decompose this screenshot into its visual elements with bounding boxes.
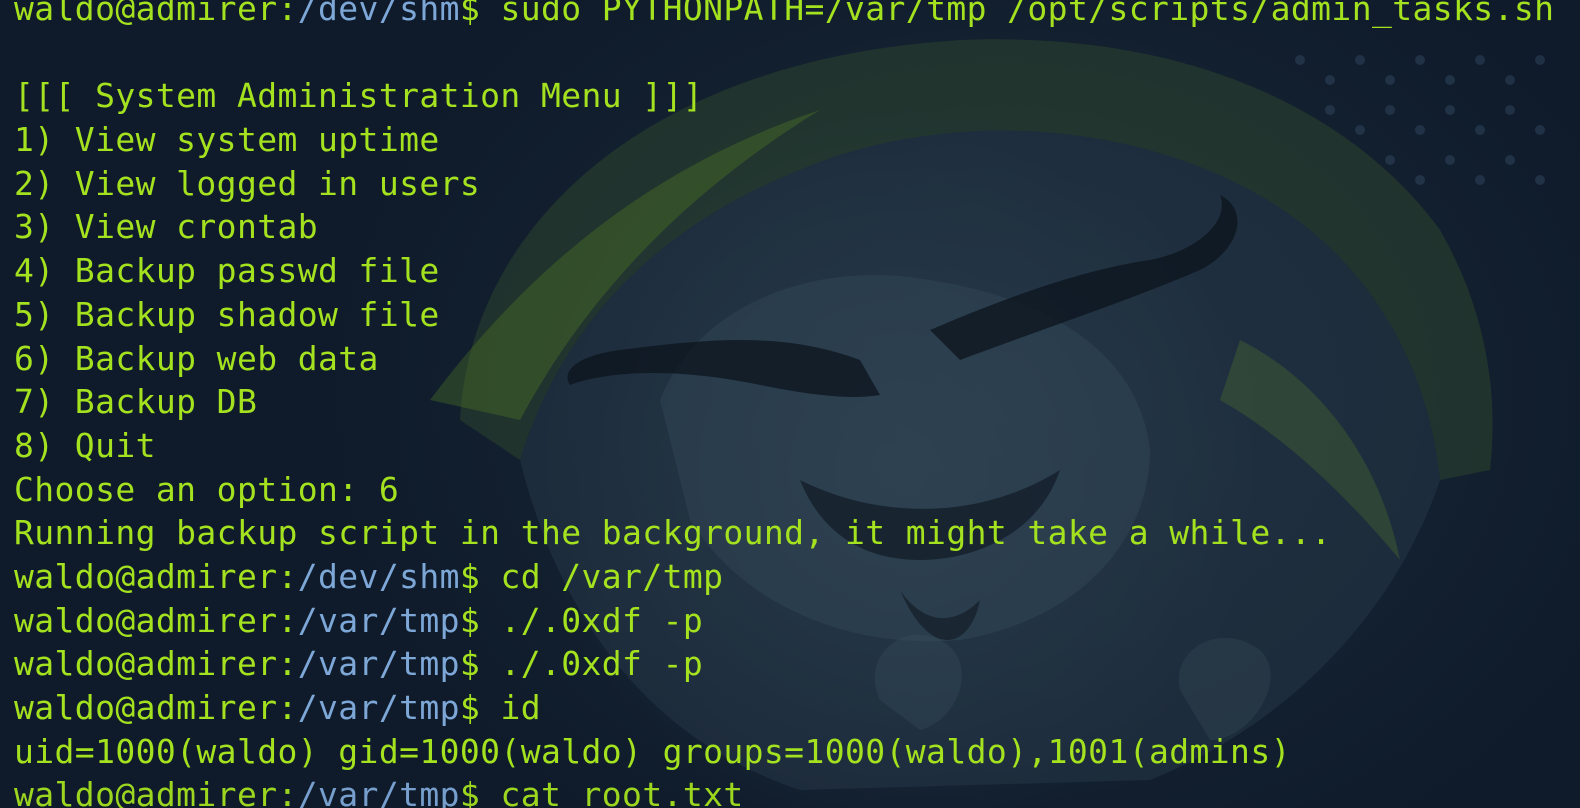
prompt-symbol: $ <box>459 556 481 596</box>
prompt-user: waldo@admirer: <box>14 775 298 808</box>
command-text: cat root.txt <box>480 775 744 808</box>
prompt-user: waldo@admirer: <box>14 556 298 596</box>
prompt-user: waldo@admirer: <box>14 688 298 727</box>
prompt-user: waldo@admirer: <box>14 644 298 684</box>
prompt-path: /var/tmp <box>297 644 460 684</box>
menu-option-5: 5) Backup shadow file <box>14 294 440 334</box>
prompt-user: waldo@admirer: <box>14 600 298 640</box>
menu-option-1: 1) View system uptime <box>14 120 440 160</box>
command-text: ./.0xdf -p <box>480 600 704 640</box>
menu-option-3: 3) View crontab <box>14 207 319 247</box>
menu-option-4: 4) Backup passwd file <box>14 251 440 291</box>
option-prompt: Choose an option: 6 <box>14 469 400 509</box>
prompt-path: /var/tmp <box>297 775 460 808</box>
output-line: uid=1000(waldo) gid=1000(waldo) groups=1… <box>14 731 1291 771</box>
command-text: cd /var/tmp <box>480 556 724 596</box>
command-text: sudo PYTHONPATH=/var/tmp /opt/scripts/ad… <box>480 0 1555 28</box>
command-text: id <box>480 688 541 727</box>
command-text: ./.0xdf -p <box>480 644 704 684</box>
menu-option-8: 8) Quit <box>14 425 156 465</box>
prompt-symbol: $ <box>459 688 481 727</box>
output-line: Running backup script in the background,… <box>14 513 1332 553</box>
prompt-symbol: $ <box>459 775 481 808</box>
prompt-path: /dev/shm <box>297 0 460 28</box>
menu-option-2: 2) View logged in users <box>14 163 481 203</box>
prompt-line: waldo@admirer:/dev/shm$ sudo PYTHONPATH=… <box>14 0 1554 31</box>
menu-option-7: 7) Backup DB <box>14 382 258 422</box>
menu-option-6: 6) Backup web data <box>14 338 379 378</box>
prompt-symbol: $ <box>459 0 481 28</box>
terminal-window[interactable]: waldo@admirer:/dev/shm$ sudo PYTHONPATH=… <box>0 0 1580 808</box>
menu-title: [[[ System Administration Menu ]]] <box>14 76 704 116</box>
prompt-symbol: $ <box>459 600 481 640</box>
prompt-line: waldo@admirer:/var/tmp$ ./.0xdf -p <box>14 599 1554 643</box>
prompt-line: waldo@admirer:/var/tmp$ id <box>14 686 1554 730</box>
prompt-user: waldo@admirer: <box>14 0 298 28</box>
prompt-path: /var/tmp <box>297 600 460 640</box>
prompt-line: waldo@admirer:/var/tmp$ cat root.txt <box>14 773 1554 808</box>
prompt-symbol: $ <box>459 644 481 684</box>
terminal-output[interactable]: waldo@admirer:/dev/shm$ sudo PYTHONPATH=… <box>14 0 1554 808</box>
prompt-path: /dev/shm <box>297 556 460 596</box>
prompt-line: waldo@admirer:/var/tmp$ ./.0xdf -p <box>14 642 1554 686</box>
prompt-path: /var/tmp <box>297 688 460 727</box>
prompt-line: waldo@admirer:/dev/shm$ cd /var/tmp <box>14 555 1554 599</box>
